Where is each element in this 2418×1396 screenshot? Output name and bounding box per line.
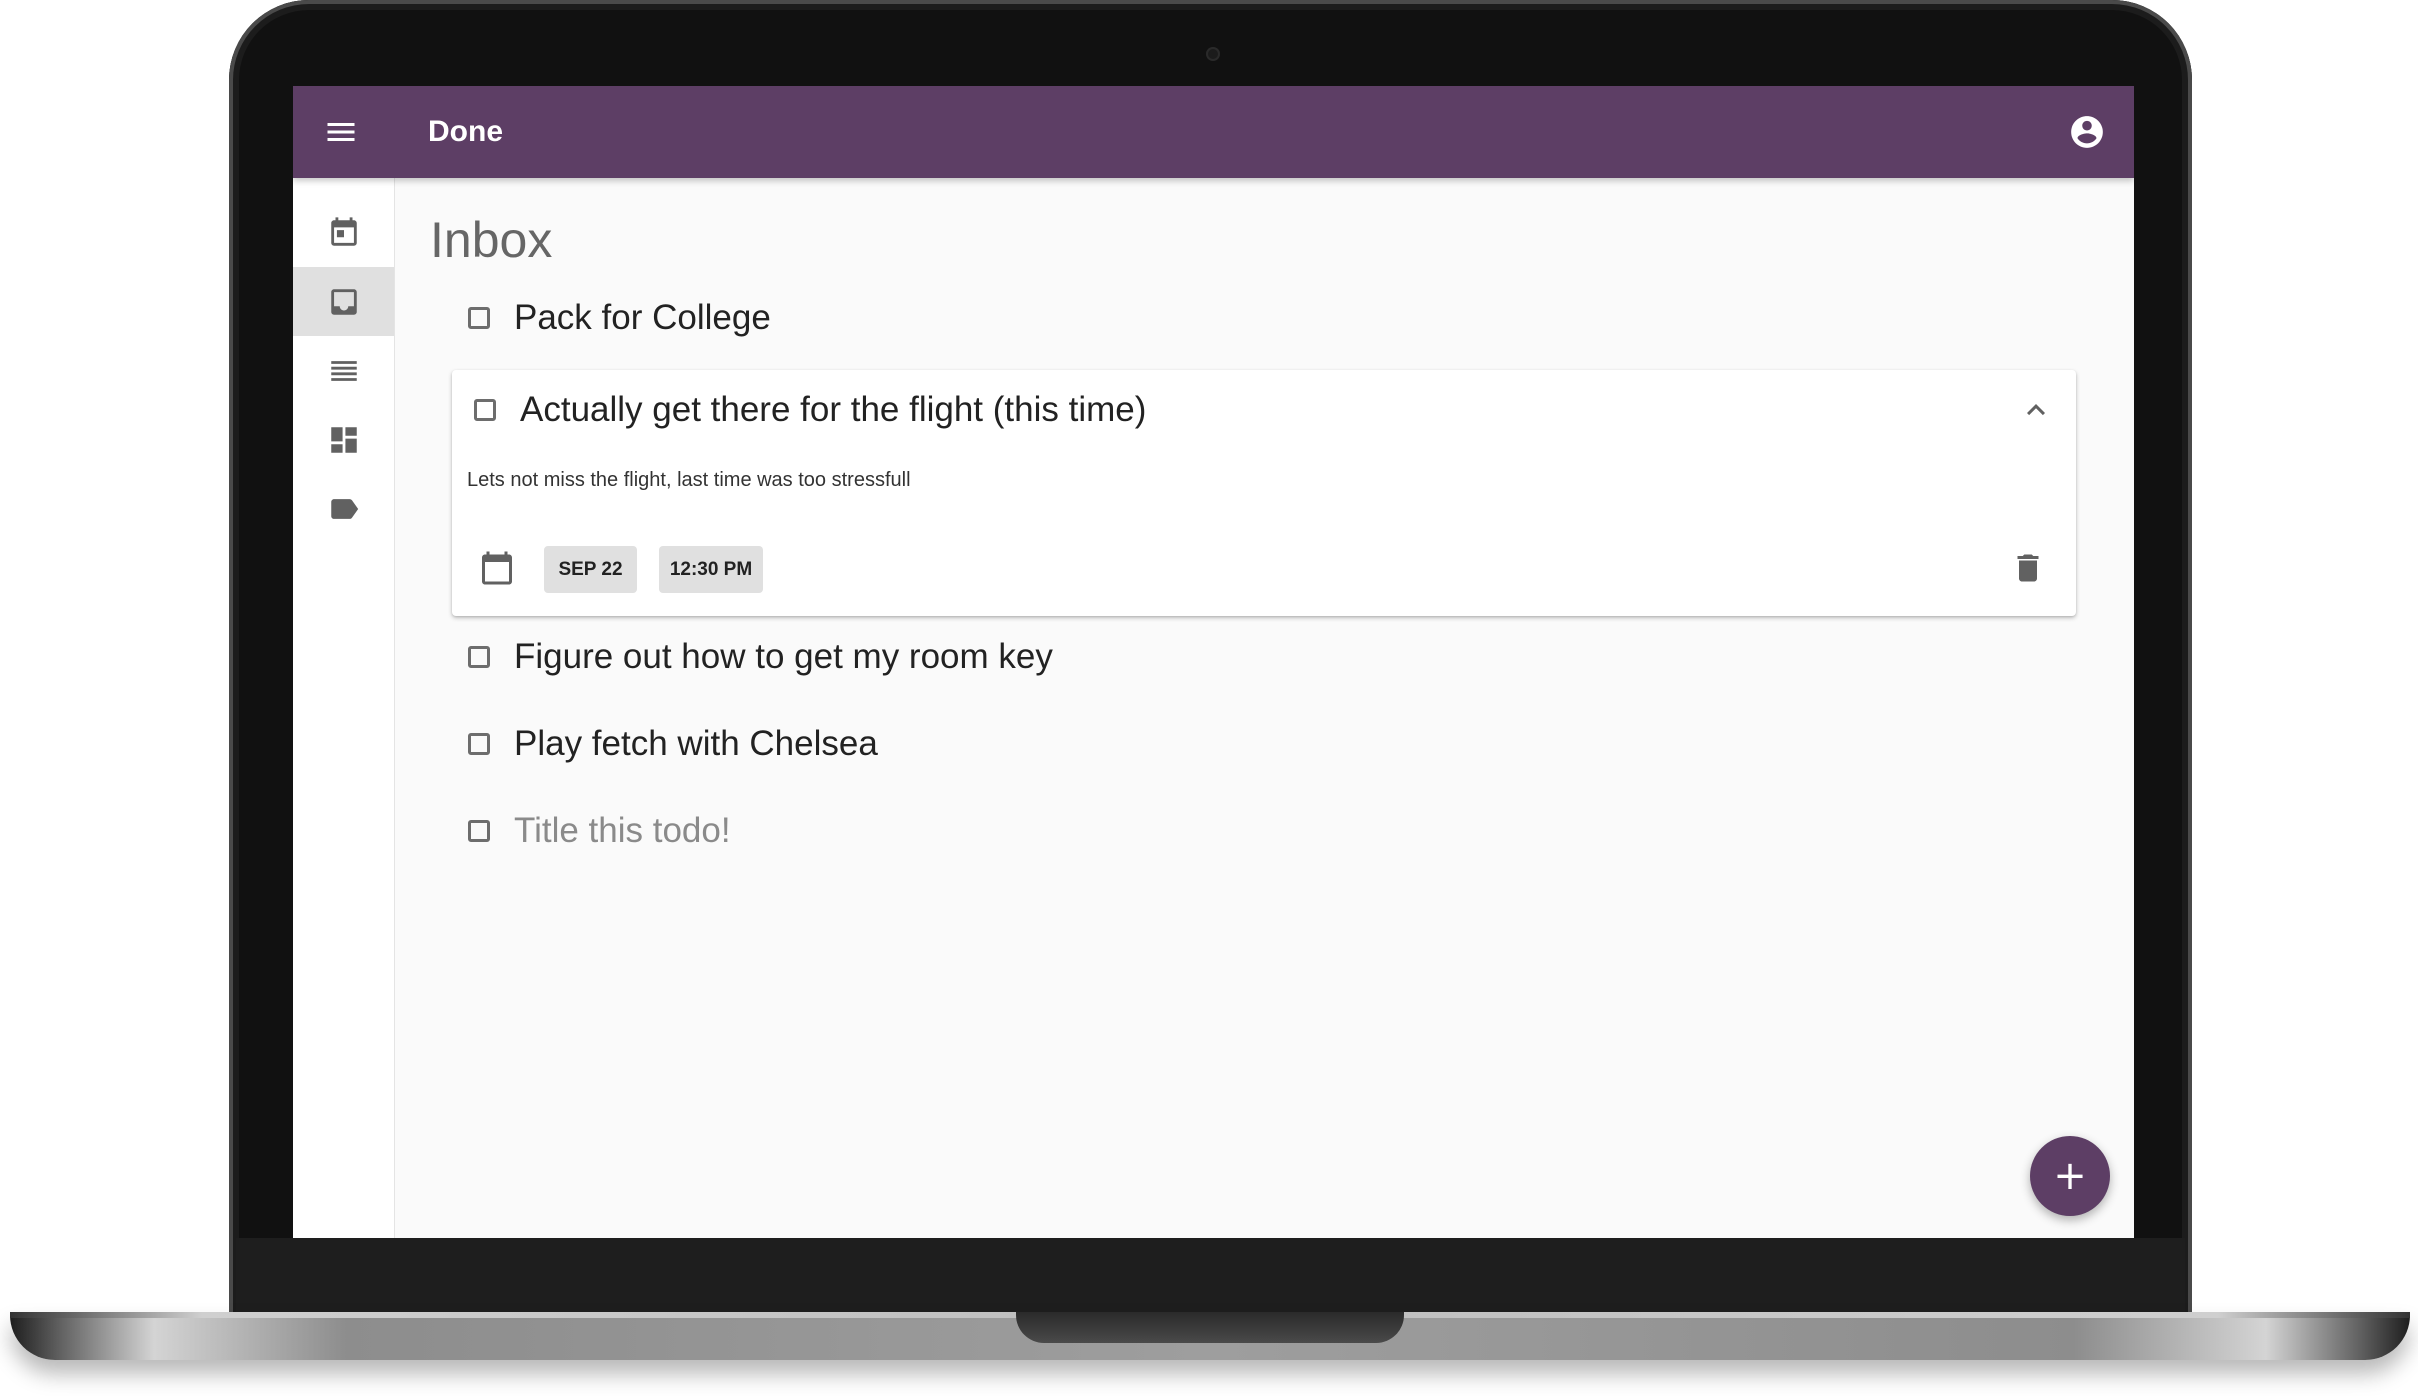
- app-bar: Done: [293, 86, 2134, 178]
- todo-item: Pack for College: [430, 282, 1990, 354]
- laptop-notch: [1016, 1312, 1404, 1343]
- add-todo-button[interactable]: +: [2030, 1136, 2110, 1216]
- set-date-button[interactable]: [479, 550, 515, 586]
- page-title: Inbox: [430, 212, 553, 268]
- todo-notes[interactable]: Lets not miss the flight, last time was …: [467, 468, 911, 492]
- todo-item-header: Actually get there for the flight (this …: [452, 374, 2076, 446]
- new-todo-row: Title this todo!: [430, 795, 1990, 867]
- label-icon: [330, 498, 358, 519]
- menu-icon: [327, 123, 355, 141]
- sidebar-item-inbox[interactable]: [293, 267, 394, 336]
- account-circle-icon: [2071, 116, 2103, 148]
- app-title: Done: [428, 115, 503, 148]
- todo-title[interactable]: Play fetch with Chelsea: [514, 723, 878, 765]
- sidebar-item-today[interactable]: [293, 198, 394, 267]
- todo-checkbox[interactable]: [468, 820, 490, 842]
- sidebar: [293, 178, 395, 1238]
- todo-title[interactable]: Actually get there for the flight (this …: [520, 389, 1146, 431]
- todo-checkbox[interactable]: [468, 307, 490, 329]
- todo-checkbox[interactable]: [468, 646, 490, 668]
- plus-icon: +: [2053, 1153, 2087, 1199]
- sidebar-item-dashboard[interactable]: [293, 405, 394, 474]
- trash-icon: [2017, 554, 2039, 582]
- list-icon: [330, 360, 357, 381]
- calendar-today-icon: [330, 216, 357, 246]
- todo-item: Play fetch with Chelsea: [430, 708, 1990, 780]
- menu-button[interactable]: [323, 114, 359, 150]
- due-time-chip[interactable]: 12:30 PM: [659, 546, 763, 593]
- inbox-icon: [330, 288, 357, 315]
- todo-title[interactable]: Figure out how to get my room key: [514, 636, 1053, 678]
- todo-item-expanded: Actually get there for the flight (this …: [452, 370, 2076, 616]
- sidebar-item-list[interactable]: [293, 336, 394, 405]
- new-todo-input[interactable]: Title this todo!: [514, 810, 731, 852]
- app-screen: Done Inbox Pack for College Actually get…: [293, 86, 2134, 1238]
- todo-checkbox[interactable]: [468, 733, 490, 755]
- todo-checkbox[interactable]: [474, 399, 496, 421]
- dashboard-icon: [330, 426, 357, 453]
- due-date-chip[interactable]: SEP 22: [544, 546, 637, 593]
- calendar-icon: [482, 551, 512, 585]
- camera-icon: [1206, 47, 1220, 61]
- account-button[interactable]: [2068, 113, 2106, 151]
- chevron-up-icon: [2027, 404, 2045, 416]
- sidebar-item-labels[interactable]: [293, 474, 394, 543]
- laptop-bezel: [236, 1238, 2185, 1320]
- todo-title[interactable]: Pack for College: [514, 297, 771, 339]
- collapse-button[interactable]: [2018, 392, 2054, 428]
- delete-button[interactable]: [2010, 550, 2046, 586]
- todo-item: Figure out how to get my room key: [430, 621, 1990, 693]
